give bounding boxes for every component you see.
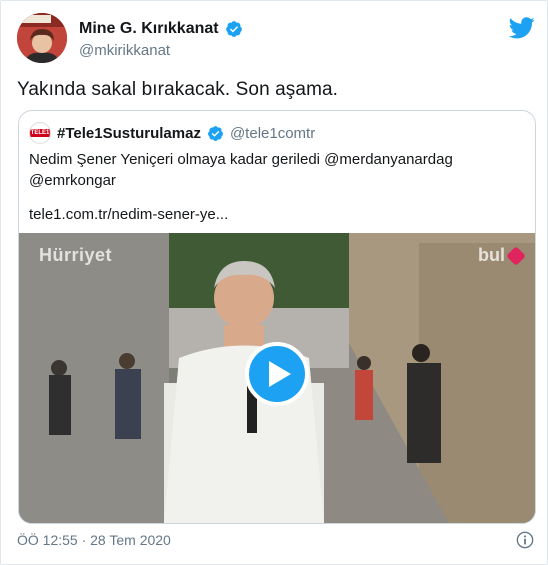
author-handle[interactable]: @mkirikkanat (79, 42, 170, 59)
video-player[interactable]: Hürriyet bul (19, 233, 535, 523)
quoted-tweet[interactable]: TELE1 #Tele1Susturulamaz @tele1comtr Ned… (18, 110, 536, 524)
quoted-name[interactable]: #Tele1Susturulamaz (57, 125, 201, 142)
heart-icon (506, 245, 526, 266)
quoted-avatar-text: TELE1 (30, 129, 50, 137)
info-icon[interactable] (516, 531, 534, 549)
quoted-tweet-text: Nedim Şener Yeniçeri olmaya kadar gerile… (29, 151, 453, 189)
play-button[interactable] (245, 342, 309, 406)
quoted-tweet-link[interactable]: tele1.com.tr/nedim-sener-ye... (29, 206, 228, 223)
tweet-text: Yakında sakal bırakacak. Son aşama. (17, 79, 339, 100)
tweet-timestamp[interactable]: ÖÖ 12:55 · 28 Tem 2020 (17, 532, 171, 548)
quoted-tweet-header: TELE1 #Tele1Susturulamaz @tele1comtr (29, 122, 315, 144)
video-watermark-left: Hürriyet (39, 245, 113, 265)
quoted-avatar[interactable]: TELE1 (29, 122, 51, 144)
video-watermark-right-text: bul (478, 245, 505, 265)
tweet-card: Mine G. Kırıkkanat @mkirikkanat Yakında … (0, 0, 548, 565)
twitter-bird-icon[interactable] (509, 17, 535, 39)
quoted-verified-badge-icon (208, 125, 223, 141)
verified-badge-icon (225, 21, 242, 37)
quoted-handle[interactable]: @tele1comtr (230, 125, 315, 142)
author-name[interactable]: Mine G. Kırıkkanat (79, 20, 243, 38)
video-watermark-right: bul (478, 245, 526, 266)
author-name-text[interactable]: Mine G. Kırıkkanat (79, 20, 219, 38)
author-avatar[interactable] (17, 13, 67, 63)
play-icon (269, 361, 291, 387)
